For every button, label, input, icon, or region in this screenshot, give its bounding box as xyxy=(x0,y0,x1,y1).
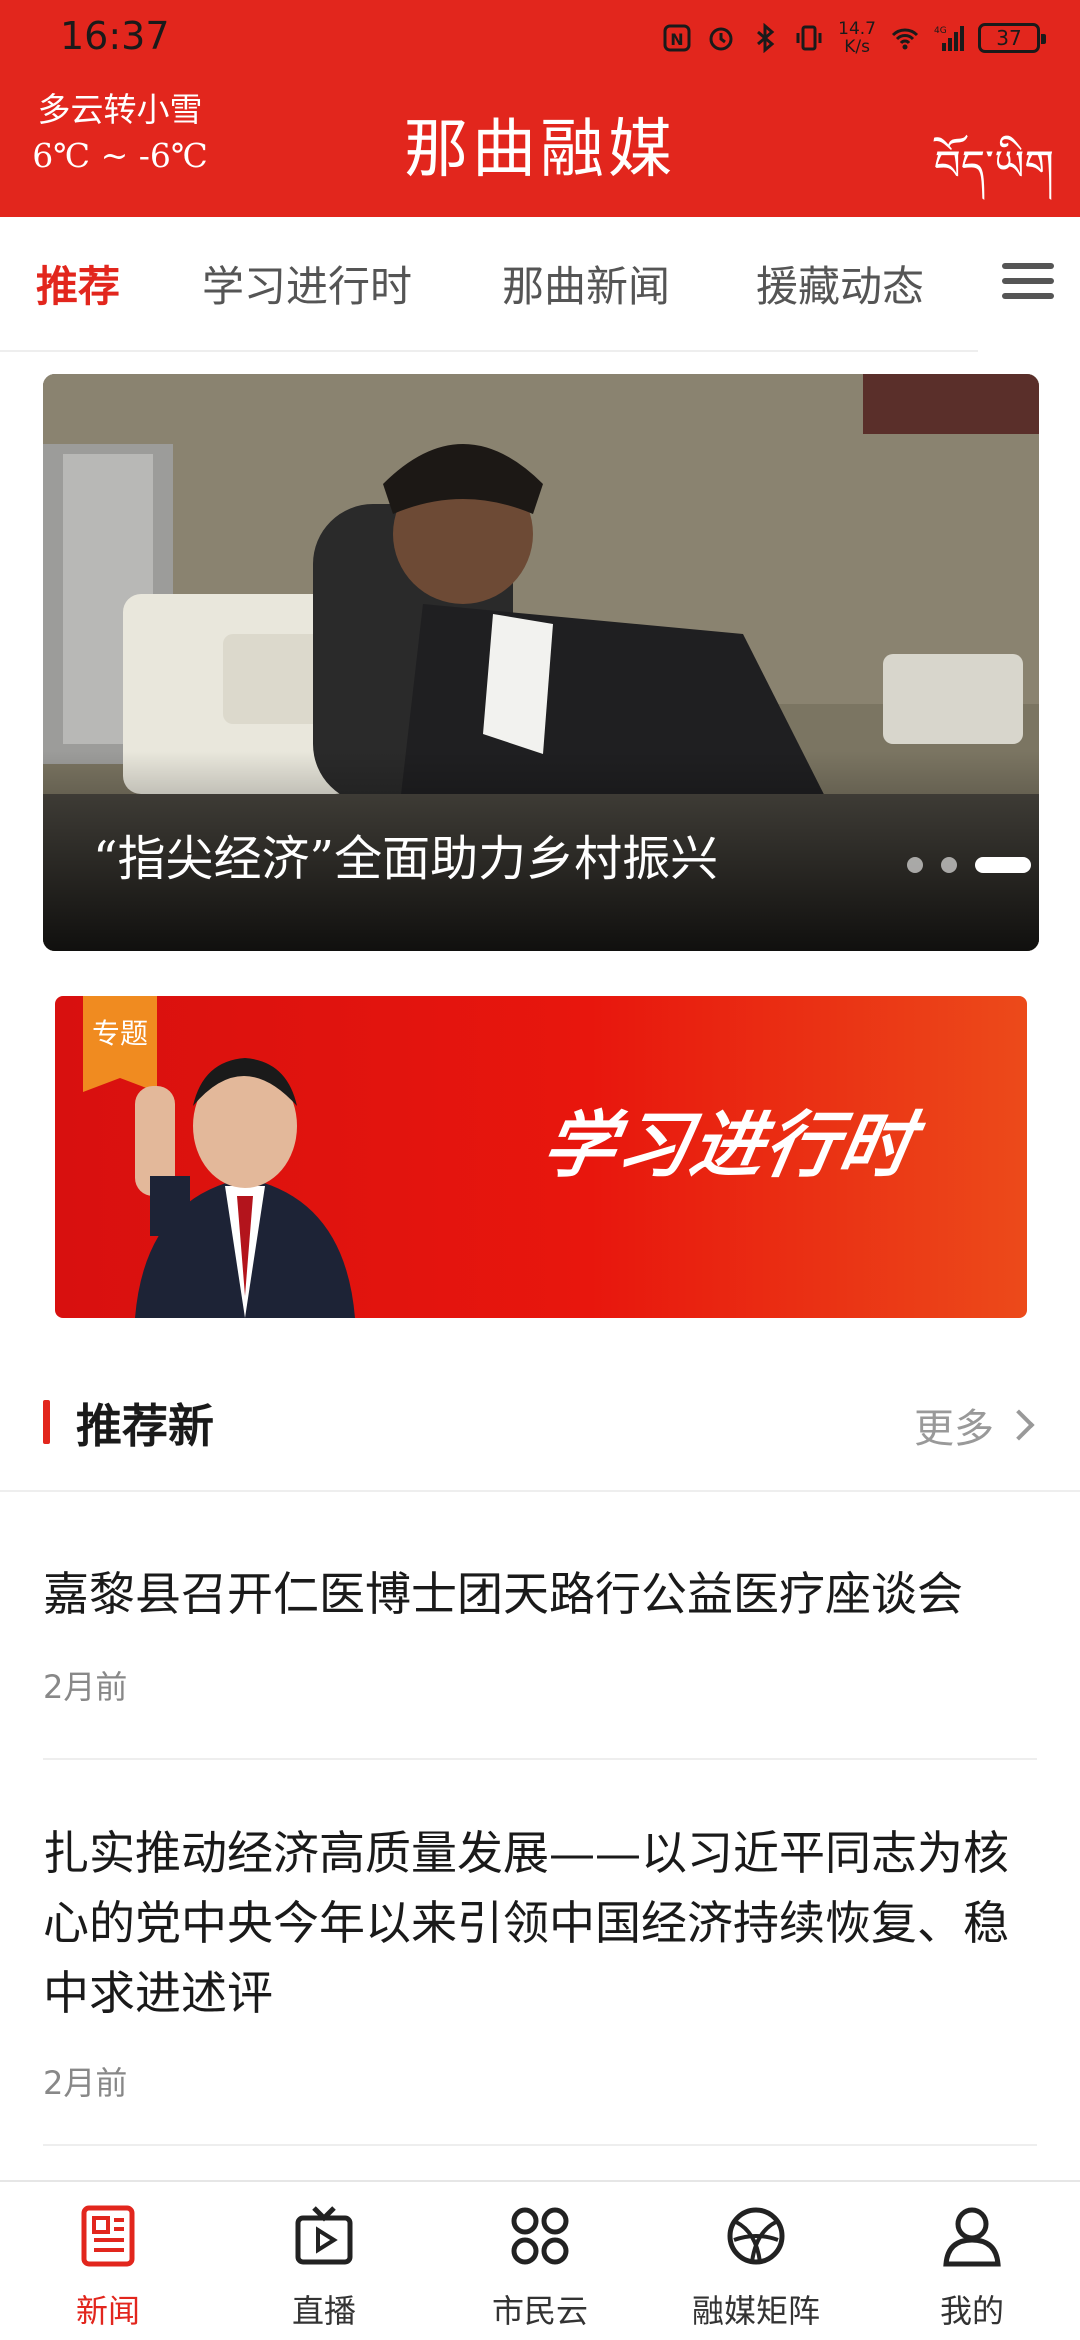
bluetooth-icon xyxy=(750,22,780,54)
nav-profile[interactable]: 我的 xyxy=(864,2200,1080,2332)
network-speed: 14.7 K/s xyxy=(838,20,876,56)
carousel-dot-active[interactable] xyxy=(975,857,1031,873)
more-label: 更多 xyxy=(914,1406,994,1452)
status-icons: N 14.7 K/s 4G 37 xyxy=(662,16,1046,60)
nav-live[interactable]: 直播 xyxy=(216,2200,432,2332)
nav-label: 新闻 xyxy=(75,2292,140,2330)
tabs-divider xyxy=(0,350,978,352)
more-link[interactable]: 更多 xyxy=(914,1396,1035,1454)
tab-naqu-news[interactable]: 那曲新闻 xyxy=(502,253,670,314)
news-time: 2月前 xyxy=(43,1668,128,1706)
news-list-item[interactable]: 嘉黎县召开仁医博士团天路行公益医疗座谈会 2月前 xyxy=(43,1562,1037,1760)
net-speed-unit: K/s xyxy=(844,37,870,57)
live-tv-icon xyxy=(295,2206,353,2265)
apps-grid-icon xyxy=(511,2207,569,2265)
nav-label: 直播 xyxy=(291,2292,356,2330)
carousel-caption: “指尖经济”全面助力乡村振兴 xyxy=(93,831,719,887)
featured-carousel[interactable]: “指尖经济”全面助力乡村振兴 xyxy=(43,374,1039,951)
svg-text:4G: 4G xyxy=(934,26,947,36)
news-title: 嘉黎县召开仁医博士团天路行公益医疗座谈会 xyxy=(43,1567,963,1621)
nav-label: 融媒矩阵 xyxy=(691,2292,820,2330)
status-time: 16:37 xyxy=(60,14,170,58)
app-title: 那曲融媒 xyxy=(404,113,676,187)
nav-label: 我的 xyxy=(939,2292,1004,2330)
news-list-item[interactable]: 扎实推动经济高质量发展——以习近平同志为核心的党中央今年以来引领中国经济持续恢复… xyxy=(43,1818,1037,2146)
banner-slogan: 学习进行时 xyxy=(536,1103,922,1187)
recommend-section-header: 推荐新 更多 xyxy=(0,1372,1080,1492)
chevron-right-icon xyxy=(1003,1409,1035,1441)
nav-media-matrix[interactable]: 融媒矩阵 xyxy=(648,2200,864,2332)
nfc-icon: N xyxy=(662,23,692,53)
status-bar: 16:37 N 14.7 K/s 4G 37 xyxy=(0,0,1080,78)
bottom-navigation: 新闻 直播 市民云 融媒矩阵 我的 xyxy=(0,2180,1080,2340)
topic-banner[interactable]: 专题 学习进行时 xyxy=(55,996,1027,1318)
nav-label: 市民云 xyxy=(491,2292,588,2330)
media-matrix-icon xyxy=(727,2207,785,2265)
section-accent-bar xyxy=(43,1400,50,1444)
menu-icon[interactable] xyxy=(1002,263,1054,307)
tab-study[interactable]: 学习进行时 xyxy=(202,253,412,314)
battery-icon: 37 xyxy=(978,23,1046,53)
tab-aid-tibet[interactable]: 援藏动态 xyxy=(756,253,924,314)
news-icon xyxy=(81,2205,135,2267)
news-title: 扎实推动经济高质量发展——以习近平同志为核心的党中央今年以来引领中国经济持续恢复… xyxy=(43,1826,1009,2020)
tab-recommend[interactable]: 推荐 xyxy=(36,253,120,314)
carousel-indicator xyxy=(907,857,1031,873)
signal-4g-icon: 4G xyxy=(934,23,964,53)
news-time: 2月前 xyxy=(43,2064,128,2102)
carousel-dot[interactable] xyxy=(907,857,923,873)
category-tabs: 推荐 学习进行时 那曲新闻 援藏动态 xyxy=(0,217,1080,352)
section-title: 推荐新 xyxy=(76,1399,214,1453)
wifi-icon xyxy=(890,23,920,53)
app-header: 16:37 N 14.7 K/s 4G 37 多云转小雪 6℃ ~ -6℃ 那曲… xyxy=(0,0,1080,217)
svg-text:N: N xyxy=(670,30,683,49)
vibrate-icon xyxy=(794,23,824,53)
carousel-dot[interactable] xyxy=(941,857,957,873)
banner-portrait xyxy=(135,1058,355,1318)
profile-icon xyxy=(943,2207,1001,2267)
nav-citizen-cloud[interactable]: 市民云 xyxy=(432,2200,648,2332)
net-speed-value: 14.7 xyxy=(838,19,876,39)
nav-news[interactable]: 新闻 xyxy=(0,2200,216,2332)
alarm-icon xyxy=(706,23,736,53)
